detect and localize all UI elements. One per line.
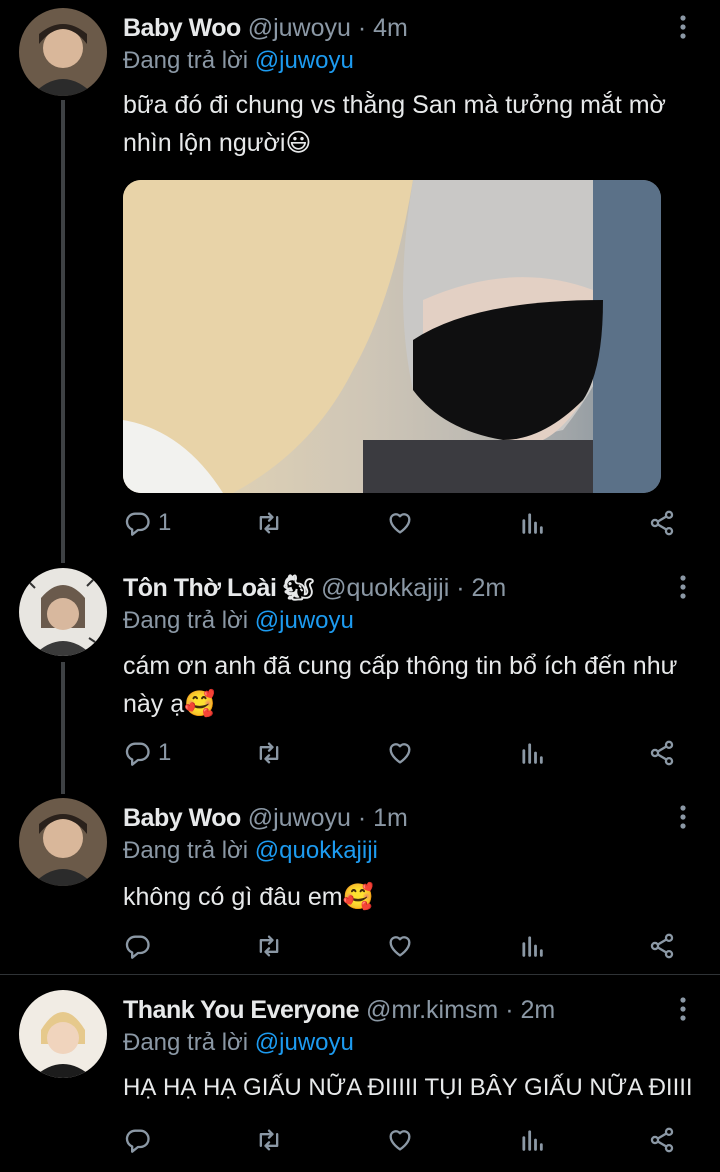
handle[interactable]: @quokkajiji bbox=[321, 574, 449, 602]
reply-button[interactable]: 1 bbox=[124, 503, 171, 543]
replying-to: Đang trả lời @juwoyu bbox=[123, 607, 354, 635]
timestamp[interactable]: · 4m bbox=[358, 14, 408, 42]
like-button[interactable] bbox=[386, 733, 414, 773]
more-icon[interactable] bbox=[672, 14, 694, 40]
tweet-header: Baby Woo @juwoyu · 1m bbox=[123, 804, 408, 833]
more-icon[interactable] bbox=[672, 996, 694, 1022]
replying-to: Đang trả lời @juwoyu bbox=[123, 1029, 354, 1057]
tweet-text: không có gì đâu em🥰 bbox=[123, 883, 374, 911]
reply-icon bbox=[124, 1126, 152, 1154]
share-icon bbox=[648, 932, 676, 960]
replying-to: Đang trả lời @quokkajiji bbox=[123, 837, 378, 865]
retweet-icon bbox=[255, 509, 283, 537]
analytics-button[interactable] bbox=[518, 926, 546, 966]
share-icon bbox=[648, 509, 676, 537]
analytics-icon bbox=[518, 932, 546, 960]
tweet-photo[interactable] bbox=[123, 180, 661, 493]
replying-to-label: Đang trả lời bbox=[123, 837, 249, 864]
tweet-header: Thank You Everyone @mr.kimsm · 2m bbox=[123, 996, 555, 1025]
more-icon[interactable] bbox=[672, 804, 694, 830]
analytics-icon bbox=[518, 739, 546, 767]
share-button[interactable] bbox=[648, 1120, 676, 1160]
tweet[interactable]: Baby Woo @juwoyu · 1m Đang trả lời @quok… bbox=[0, 790, 720, 974]
reply-icon bbox=[124, 932, 152, 960]
tweet-text: bữa đó đi chung vs thằng San mà tưởng mắ… bbox=[123, 91, 666, 157]
tweet[interactable]: Tôn Thờ Loài 🐿 @quokkajiji · 2m Đang trả… bbox=[0, 560, 720, 790]
retweet-button[interactable] bbox=[255, 926, 283, 966]
timestamp[interactable]: · 2m bbox=[456, 574, 506, 602]
replying-to: Đang trả lời @juwoyu bbox=[123, 47, 354, 75]
like-button[interactable] bbox=[386, 503, 414, 543]
reply-button[interactable] bbox=[124, 926, 152, 966]
mention-link[interactable]: @quokkajiji bbox=[255, 837, 378, 864]
analytics-button[interactable] bbox=[518, 503, 546, 543]
like-button[interactable] bbox=[386, 1120, 414, 1160]
share-icon bbox=[648, 1126, 676, 1154]
avatar[interactable] bbox=[19, 8, 107, 96]
avatar[interactable] bbox=[19, 568, 107, 656]
tweet-header: Baby Woo @juwoyu · 4m bbox=[123, 14, 408, 43]
tweet-text: HẠ HẠ HẠ GIẤU NỮA ĐIIIII TỤI BÂY GIẤU NỮ… bbox=[123, 1074, 693, 1101]
like-button[interactable] bbox=[386, 926, 414, 966]
analytics-icon bbox=[518, 1126, 546, 1154]
retweet-icon bbox=[255, 932, 283, 960]
replying-to-label: Đang trả lời bbox=[123, 1029, 249, 1056]
timestamp[interactable]: · 2m bbox=[505, 996, 555, 1024]
like-icon bbox=[386, 1126, 414, 1154]
retweet-icon bbox=[255, 1126, 283, 1154]
timestamp[interactable]: · 1m bbox=[358, 804, 408, 832]
retweet-button[interactable] bbox=[255, 1120, 283, 1160]
avatar[interactable] bbox=[19, 798, 107, 886]
display-name[interactable]: Thank You Everyone bbox=[123, 996, 359, 1024]
retweet-button[interactable] bbox=[255, 503, 283, 543]
retweet-icon bbox=[255, 739, 283, 767]
handle[interactable]: @juwoyu bbox=[248, 14, 351, 42]
mention-link[interactable]: @juwoyu bbox=[255, 47, 354, 74]
tweet-actions bbox=[0, 1120, 720, 1160]
more-icon[interactable] bbox=[672, 574, 694, 600]
tweet-header: Tôn Thờ Loài 🐿 @quokkajiji · 2m bbox=[123, 574, 506, 603]
display-name[interactable]: Tôn Thờ Loài 🐿 bbox=[123, 574, 315, 602]
like-icon bbox=[386, 509, 414, 537]
share-button[interactable] bbox=[648, 926, 676, 966]
reply-count: 1 bbox=[158, 509, 172, 536]
share-button[interactable] bbox=[648, 503, 676, 543]
mention-link[interactable]: @juwoyu bbox=[255, 607, 354, 634]
divider bbox=[0, 974, 720, 975]
retweet-button[interactable] bbox=[255, 733, 283, 773]
like-icon bbox=[386, 932, 414, 960]
share-button[interactable] bbox=[648, 733, 676, 773]
reply-icon bbox=[124, 739, 152, 767]
avatar[interactable] bbox=[19, 990, 107, 1078]
tweet[interactable]: Thank You Everyone @mr.kimsm · 2m Đang t… bbox=[0, 982, 720, 1172]
replying-to-label: Đang trả lời bbox=[123, 47, 249, 74]
analytics-icon bbox=[518, 509, 546, 537]
tweet-text: cám ơn anh đã cung cấp thông tin bổ ích … bbox=[123, 652, 678, 718]
handle[interactable]: @juwoyu bbox=[248, 804, 351, 832]
tweet-actions: 1 bbox=[0, 733, 720, 773]
mention-link[interactable]: @juwoyu bbox=[255, 1029, 354, 1056]
like-icon bbox=[386, 739, 414, 767]
replying-to-label: Đang trả lời bbox=[123, 607, 249, 634]
analytics-button[interactable] bbox=[518, 1120, 546, 1160]
reply-button[interactable]: 1 bbox=[124, 733, 171, 773]
display-name[interactable]: Baby Woo bbox=[123, 804, 241, 832]
tweet[interactable]: Baby Woo @juwoyu · 4m Đang trả lời @juwo… bbox=[0, 0, 720, 560]
tweet-actions bbox=[0, 926, 720, 966]
share-icon bbox=[648, 739, 676, 767]
tweet-actions: 1 bbox=[0, 503, 720, 543]
handle[interactable]: @mr.kimsm bbox=[366, 996, 498, 1024]
display-name[interactable]: Baby Woo bbox=[123, 14, 241, 42]
analytics-button[interactable] bbox=[518, 733, 546, 773]
reply-icon bbox=[124, 509, 152, 537]
reply-count: 1 bbox=[158, 739, 172, 766]
reply-button[interactable] bbox=[124, 1120, 152, 1160]
